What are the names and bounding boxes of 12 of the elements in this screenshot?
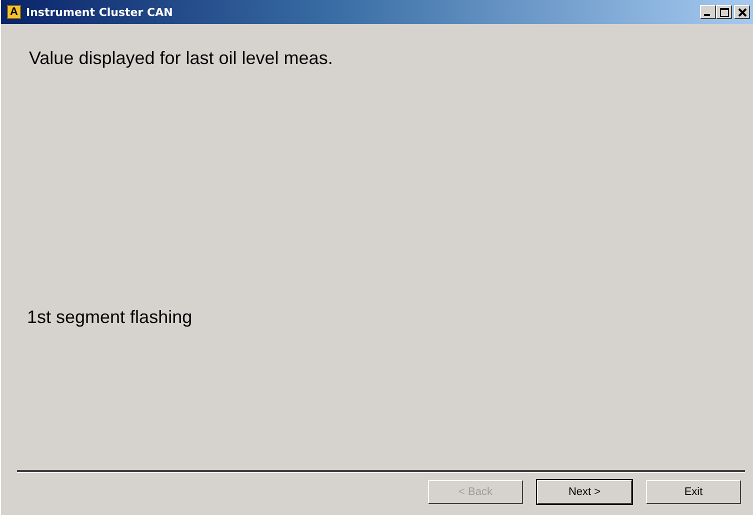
minimize-icon: [704, 14, 710, 16]
dialog-button[interactable]: Next >: [537, 480, 632, 504]
maximize-icon: [720, 8, 728, 16]
status-text: 1st segment flashing: [27, 307, 194, 328]
app-logo-icon: A: [7, 5, 21, 19]
minimize-button[interactable]: [700, 5, 716, 19]
close-button[interactable]: [734, 5, 750, 19]
close-icon: [738, 8, 746, 16]
message-text: Value displayed for last oil level meas.: [29, 48, 334, 69]
maximize-button[interactable]: [716, 5, 732, 19]
window-title: Instrument Cluster CAN: [26, 6, 173, 18]
dialog-button[interactable]: Exit: [646, 480, 741, 504]
